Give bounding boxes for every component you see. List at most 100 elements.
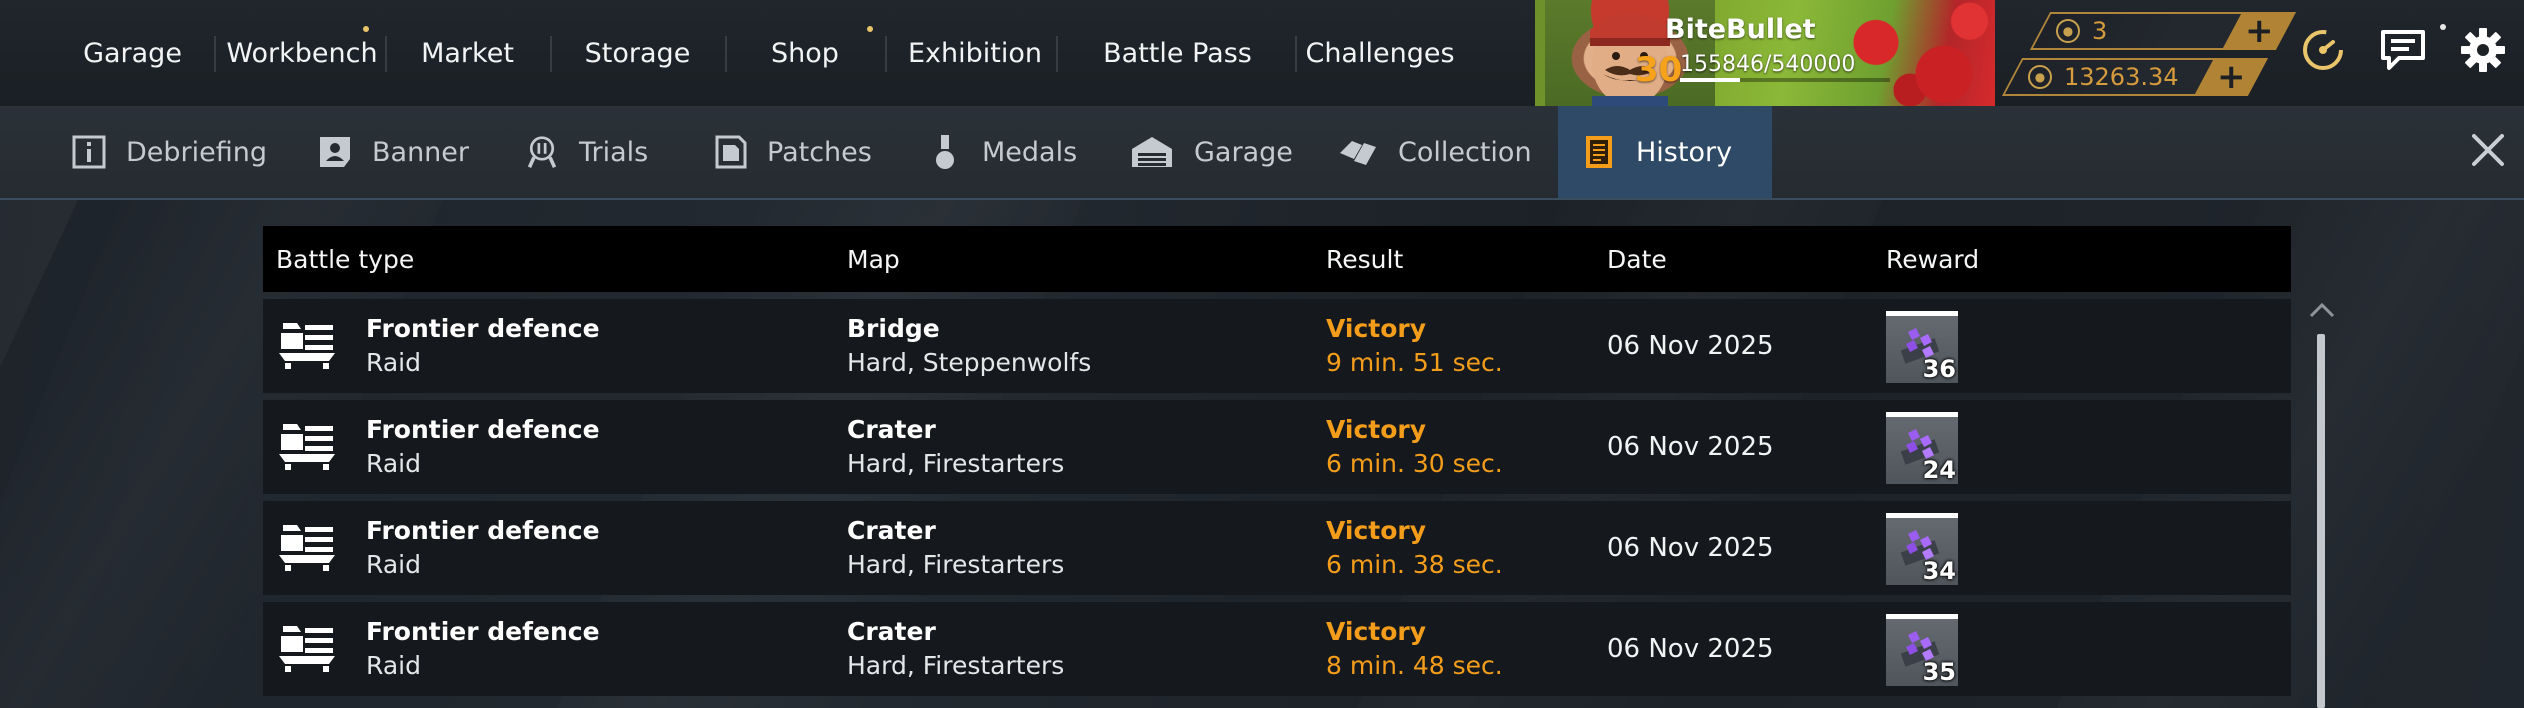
table-header: Battle type Map Result Date Reward bbox=[263, 226, 2291, 292]
xp-progress-bar bbox=[1680, 78, 1890, 82]
banner-icon bbox=[318, 135, 352, 169]
coin-balance: ● 13263.34 bbox=[2001, 58, 2223, 96]
nav-garage[interactable]: Garage bbox=[60, 0, 205, 106]
scroll-up-icon[interactable] bbox=[2307, 298, 2337, 322]
coupon-amount: 3 bbox=[2092, 17, 2108, 45]
battle-date: 06 Nov 2025 bbox=[1607, 533, 1774, 563]
reward-count: 34 bbox=[1922, 557, 1956, 585]
battle-result: Victory bbox=[1326, 314, 1427, 343]
battle-mode-icon bbox=[279, 424, 335, 470]
table-row[interactable]: Frontier defence Raid Crater Hard, Fires… bbox=[263, 602, 2291, 696]
battle-result: Victory bbox=[1326, 617, 1427, 646]
tab-label: Collection bbox=[1398, 136, 1532, 168]
map-detail: Hard, Firestarters bbox=[847, 449, 1065, 478]
nav-separator bbox=[1056, 36, 1058, 72]
tab-label: Debriefing bbox=[126, 136, 268, 168]
tab-garage[interactable]: Garage bbox=[1130, 106, 1293, 198]
battle-mode: Frontier defence bbox=[366, 617, 600, 646]
battle-date: 06 Nov 2025 bbox=[1607, 432, 1774, 462]
nav-challenges[interactable]: Challenges bbox=[1305, 0, 1455, 106]
player-name: BiteBullet bbox=[1665, 14, 1816, 45]
nav-exhibition[interactable]: Exhibition bbox=[895, 0, 1055, 106]
speedometer-icon[interactable] bbox=[2295, 22, 2351, 78]
coin-amount: 13263.34 bbox=[2064, 63, 2179, 91]
map-detail: Hard, Firestarters bbox=[847, 651, 1065, 680]
tab-label: Patches bbox=[767, 136, 872, 168]
player-xp: 155846/540000 bbox=[1680, 52, 1856, 77]
close-icon[interactable] bbox=[2468, 130, 2508, 170]
tab-history[interactable]: History bbox=[1558, 106, 1773, 198]
battle-duration: 6 min. 38 sec. bbox=[1326, 550, 1503, 579]
table-row[interactable]: Frontier defence Raid Crater Hard, Fires… bbox=[263, 400, 2291, 494]
reward-count: 36 bbox=[1922, 355, 1956, 383]
map-name: Bridge bbox=[847, 314, 940, 343]
battle-mode: Frontier defence bbox=[366, 415, 600, 444]
column-reward: Reward bbox=[1886, 244, 1980, 274]
profile-tab-bar: Debriefing Banner Trials Patches Medals … bbox=[0, 106, 2524, 200]
table-row[interactable]: Frontier defence Raid Crater Hard, Fires… bbox=[263, 501, 2291, 595]
nav-battle-pass[interactable]: Battle Pass bbox=[1085, 0, 1270, 106]
tab-label: Medals bbox=[982, 136, 1078, 168]
coupon-icon: ● bbox=[2056, 19, 2080, 43]
tab-banner[interactable]: Banner bbox=[318, 106, 469, 198]
column-map: Map bbox=[847, 244, 900, 274]
trials-icon bbox=[525, 135, 559, 169]
reward-item[interactable]: 35 bbox=[1886, 614, 1958, 686]
tab-label: Garage bbox=[1194, 136, 1293, 168]
column-date: Date bbox=[1607, 244, 1667, 274]
battle-duration: 8 min. 48 sec. bbox=[1326, 651, 1503, 680]
reward-item[interactable]: 34 bbox=[1886, 513, 1958, 585]
tab-trials[interactable]: Trials bbox=[525, 106, 648, 198]
nav-separator bbox=[1295, 36, 1297, 72]
nav-separator bbox=[214, 36, 216, 72]
nav-notification-dot bbox=[867, 26, 873, 32]
top-navigation: Garage Workbench Market Storage Shop Exh… bbox=[0, 0, 2524, 106]
nav-shop[interactable]: Shop bbox=[735, 0, 875, 106]
history-icon bbox=[1582, 135, 1616, 169]
nav-market[interactable]: Market bbox=[395, 0, 540, 106]
tab-debriefing[interactable]: Debriefing bbox=[72, 106, 267, 198]
battle-duration: 6 min. 30 sec. bbox=[1326, 449, 1503, 478]
coupon-balance: ● 3 bbox=[2029, 12, 2251, 50]
reward-item[interactable]: 36 bbox=[1886, 311, 1958, 383]
garage-icon bbox=[1130, 135, 1174, 169]
tab-patches[interactable]: Patches bbox=[713, 106, 872, 198]
table-row[interactable]: Frontier defence Raid Bridge Hard, Stepp… bbox=[263, 299, 2291, 393]
battle-submode: Raid bbox=[366, 348, 421, 377]
map-detail: Hard, Firestarters bbox=[847, 550, 1065, 579]
battle-result: Victory bbox=[1326, 516, 1427, 545]
scrollbar-thumb[interactable] bbox=[2317, 334, 2325, 708]
map-name: Crater bbox=[847, 617, 936, 646]
reward-item[interactable]: 24 bbox=[1886, 412, 1958, 484]
battle-submode: Raid bbox=[366, 651, 421, 680]
nav-workbench[interactable]: Workbench bbox=[222, 0, 382, 106]
player-level: 30 bbox=[1635, 50, 1683, 90]
map-detail: Hard, Steppenwolfs bbox=[847, 348, 1092, 377]
chat-notification-dot bbox=[2440, 24, 2446, 30]
reward-count: 35 bbox=[1922, 658, 1956, 686]
battle-duration: 9 min. 51 sec. bbox=[1326, 348, 1503, 377]
battle-date: 06 Nov 2025 bbox=[1607, 331, 1774, 361]
nav-separator bbox=[550, 36, 552, 72]
tab-label: History bbox=[1636, 136, 1733, 168]
nav-storage[interactable]: Storage bbox=[560, 0, 715, 106]
collection-icon bbox=[1338, 135, 1378, 169]
map-name: Crater bbox=[847, 415, 936, 444]
nav-separator bbox=[725, 36, 727, 72]
battle-result: Victory bbox=[1326, 415, 1427, 444]
battle-mode-icon bbox=[279, 323, 335, 369]
column-result: Result bbox=[1326, 244, 1404, 274]
info-icon bbox=[72, 135, 106, 169]
battle-mode: Frontier defence bbox=[366, 314, 600, 343]
player-card[interactable]: BiteBullet 30 155846/540000 bbox=[1535, 0, 1995, 106]
chat-icon[interactable] bbox=[2375, 22, 2431, 78]
battle-history-table: Battle type Map Result Date Reward Front… bbox=[263, 226, 2291, 696]
battle-mode: Frontier defence bbox=[366, 516, 600, 545]
tab-medals[interactable]: Medals bbox=[928, 106, 1077, 198]
coin-icon: ● bbox=[2028, 65, 2052, 89]
nav-notification-dot bbox=[363, 26, 369, 32]
nav-separator bbox=[385, 36, 387, 72]
battle-mode-icon bbox=[279, 525, 335, 571]
tab-collection[interactable]: Collection bbox=[1338, 106, 1532, 198]
gear-icon[interactable] bbox=[2455, 22, 2511, 78]
